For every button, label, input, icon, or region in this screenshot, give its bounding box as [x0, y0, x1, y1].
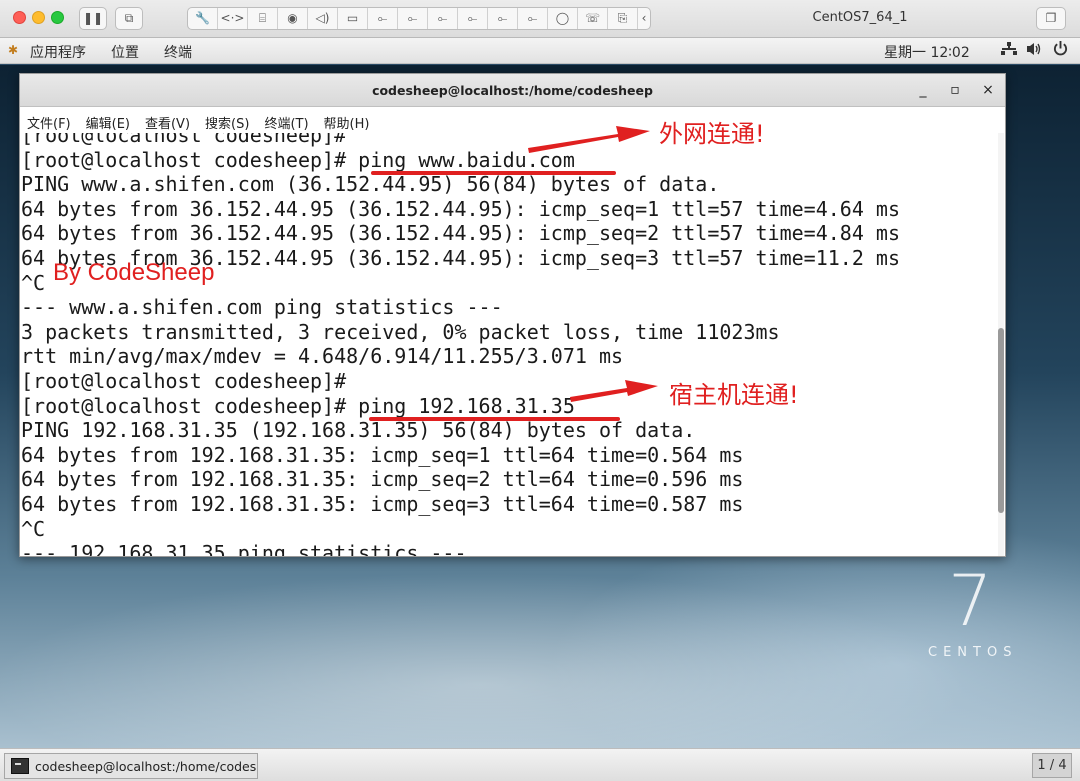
network-icon[interactable] — [1001, 41, 1017, 60]
taskbar-terminal-item[interactable]: codesheep@localhost:/home/codes··· — [4, 753, 258, 779]
wrench-icon[interactable]: 🔧 — [188, 8, 218, 29]
usb-icon[interactable]: ⟜ — [428, 8, 458, 29]
terminal-line: 64 bytes from 192.168.31.35: icmp_seq=2 … — [21, 467, 744, 492]
bottom-taskbar: codesheep@localhost:/home/codes··· 1 / 4 — [0, 748, 1080, 781]
minimize-window-button[interactable] — [32, 11, 45, 24]
usb-icon[interactable]: ⟜ — [458, 8, 488, 29]
terminal-scroll-thumb[interactable] — [998, 328, 1004, 513]
terminal-window[interactable]: codesheep@localhost:/home/codesheep _ ▫ … — [19, 73, 1006, 557]
terminal-app-menu[interactable]: 终端 — [164, 42, 192, 62]
workspace-switcher[interactable]: 1 / 4 — [1032, 753, 1072, 778]
centos-logo-number: 7 — [948, 560, 993, 642]
watermark-by-codesheep: By CodeSheep — [53, 259, 215, 286]
clock[interactable]: 星期一 12∶02 — [884, 42, 970, 62]
fullscreen-window-button[interactable] — [51, 11, 64, 24]
terminal-line: 64 bytes from 192.168.31.35: icmp_seq=1 … — [21, 442, 744, 467]
terminal-line: --- www.a.shifen.com ping statistics --- — [21, 295, 503, 320]
terminal-line: [root@localhost codesheep]# ping www.bai… — [21, 147, 575, 172]
terminal-minimize-button[interactable]: _ — [912, 80, 934, 100]
vm-device-toolbar: 🔧 <·> ⌸ ◉ ◁) ▭ ⟜ ⟜ ⟜ ⟜ ⟜ ⟜ ◯ ☏ ⎘ ‹ — [187, 7, 651, 30]
annotation-host-ok: 宿主机连通! — [669, 381, 799, 409]
terminal-title: codesheep@localhost:/home/codesheep — [372, 83, 653, 98]
terminal-output[interactable]: [root@localhost codesheep]# [root@localho… — [20, 133, 998, 556]
terminal-line: PING www.a.shifen.com (36.152.44.95) 56(… — [21, 172, 720, 197]
phone-icon[interactable]: ☏ — [578, 8, 608, 29]
menu-file[interactable]: 文件(F) — [27, 107, 79, 133]
code-arrows-icon[interactable]: <·> — [218, 8, 248, 29]
terminal-icon — [11, 758, 29, 774]
centos-logo-text: CENTOS — [928, 645, 1018, 660]
snapshot-button[interactable]: ⧉ — [115, 7, 143, 30]
terminal-line: 3 packets transmitted, 3 received, 0% pa… — [21, 319, 780, 344]
places-menu[interactable]: 位置 — [111, 42, 139, 62]
terminal-close-button[interactable]: × — [977, 80, 999, 100]
pause-vm-button[interactable]: ❚❚ — [79, 7, 107, 30]
vm-titlebar: ❚❚ ⧉ 🔧 <·> ⌸ ◉ ◁) ▭ ⟜ ⟜ ⟜ ⟜ ⟜ ⟜ ◯ ☏ ⎘ ‹ CentOS7_64_1 ❐ — [0, 0, 1080, 38]
terminal-maximize-button[interactable]: ▫ — [944, 80, 966, 100]
terminal-line: PING 192.168.31.35 (192.168.31.35) 56(84… — [21, 418, 696, 443]
power-icon[interactable] — [1053, 41, 1068, 60]
close-window-button[interactable] — [13, 11, 26, 24]
gnome-top-bar: ✱ 应用程序 位置 终端 星期一 12∶02 — [0, 38, 1080, 64]
chevron-left-icon[interactable]: ‹ — [638, 8, 650, 29]
terminal-line: rtt min/avg/max/mdev = 4.648/6.914/11.25… — [21, 344, 624, 369]
annotation-internet-ok: 外网连通! — [659, 120, 765, 148]
menu-help[interactable]: 帮助(H) — [324, 107, 378, 133]
menu-search[interactable]: 搜索(S) — [205, 107, 257, 133]
menu-edit[interactable]: 编辑(E) — [86, 107, 138, 133]
vm-window-title: CentOS7_64_1 — [812, 10, 908, 25]
terminal-line: 64 bytes from 36.152.44.95 (36.152.44.95… — [21, 221, 900, 246]
hdd-icon[interactable]: ⌸ — [248, 8, 278, 29]
terminal-lines: [root@localhost codesheep]# [root@localho… — [21, 133, 900, 556]
applications-menu[interactable]: 应用程序 — [30, 42, 86, 62]
restore-window-button[interactable]: ❐ — [1036, 7, 1066, 30]
menu-view[interactable]: 查看(V) — [145, 107, 198, 133]
usb-icon[interactable]: ⟜ — [518, 8, 548, 29]
underline-ping-baidu — [371, 171, 616, 175]
terminal-titlebar[interactable]: codesheep@localhost:/home/codesheep _ ▫ … — [20, 74, 1005, 107]
terminal-line: [root@localhost codesheep]# — [21, 133, 347, 147]
terminal-line: ^C — [21, 516, 46, 541]
speaker-icon[interactable]: ◁) — [308, 8, 338, 29]
terminal-scrollbar[interactable] — [998, 133, 1004, 556]
applications-icon: ✱ — [8, 43, 19, 57]
mouse-icon[interactable]: ◯ — [548, 8, 578, 29]
usb-icon[interactable]: ⟜ — [368, 8, 398, 29]
underline-ping-host — [369, 417, 620, 421]
taskbar-item-label: codesheep@localhost:/home/codes··· — [35, 758, 258, 774]
volume-icon[interactable] — [1027, 42, 1043, 60]
terminal-line: 64 bytes from 192.168.31.35: icmp_seq=3 … — [21, 491, 744, 516]
cdrom-icon[interactable]: ◉ — [278, 8, 308, 29]
usb-icon[interactable]: ⟜ — [488, 8, 518, 29]
camera-icon[interactable]: ▭ — [338, 8, 368, 29]
terminal-line: --- 192.168.31.35 ping statistics --- — [21, 541, 467, 556]
menu-terminal[interactable]: 终端(T) — [264, 107, 316, 133]
terminal-menubar: 文件(F) 编辑(E) 查看(V) 搜索(S) 终端(T) 帮助(H) — [20, 107, 1005, 133]
usb-icon[interactable]: ⟜ — [398, 8, 428, 29]
share-icon[interactable]: ⎘ — [608, 8, 638, 29]
terminal-line: 64 bytes from 36.152.44.95 (36.152.44.95… — [21, 196, 900, 221]
